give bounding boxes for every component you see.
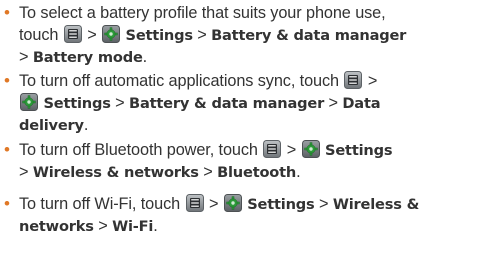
separator: > bbox=[208, 195, 219, 213]
instruction-text: To turn off Bluetooth power, touch bbox=[19, 141, 258, 159]
separator: > bbox=[367, 72, 378, 90]
settings-gear-icon bbox=[302, 140, 320, 158]
instruction-text: To turn off automatic applications sync,… bbox=[19, 72, 339, 90]
settings-gear-icon bbox=[102, 25, 120, 43]
separator: > bbox=[87, 26, 97, 44]
wireless-networks-label: Wireless & bbox=[332, 196, 420, 213]
settings-label: Settings bbox=[247, 196, 315, 213]
settings-gear-icon bbox=[224, 194, 242, 212]
separator: > bbox=[328, 94, 339, 112]
period: . bbox=[153, 217, 158, 235]
data-delivery-label: delivery bbox=[19, 117, 84, 134]
data-delivery-label: Data bbox=[342, 95, 381, 112]
bluetooth-label: Bluetooth bbox=[217, 164, 297, 181]
settings-label: Settings bbox=[125, 27, 193, 44]
period: . bbox=[142, 48, 148, 66]
separator: > bbox=[98, 217, 108, 235]
separator: > bbox=[19, 163, 29, 181]
settings-gear-icon bbox=[20, 93, 38, 111]
bullet-marker: • bbox=[4, 71, 10, 90]
menu-key-icon bbox=[263, 140, 281, 158]
settings-label: Settings bbox=[325, 142, 393, 159]
battery-data-manager-label: Battery & data manager bbox=[129, 95, 325, 112]
separator: > bbox=[286, 141, 297, 159]
wireless-networks-label: Wireless & networks bbox=[32, 164, 199, 181]
separator: > bbox=[197, 26, 207, 44]
separator: > bbox=[203, 163, 213, 181]
bullet-marker: • bbox=[4, 3, 10, 22]
bullet-marker: • bbox=[4, 140, 10, 159]
period: . bbox=[296, 163, 301, 181]
separator: > bbox=[19, 48, 29, 66]
period: . bbox=[83, 116, 89, 134]
separator: > bbox=[318, 195, 329, 213]
menu-key-icon bbox=[344, 71, 362, 89]
instruction-text: To select a battery profile that suits y… bbox=[19, 4, 386, 22]
bullet-marker: • bbox=[4, 194, 10, 213]
separator: > bbox=[115, 94, 125, 112]
instruction-text: touch bbox=[19, 26, 59, 44]
instruction-text: To turn off Wi-Fi, touch bbox=[19, 195, 181, 213]
settings-label: Settings bbox=[43, 95, 111, 112]
battery-mode-label: Battery mode bbox=[32, 49, 143, 66]
menu-key-icon bbox=[186, 194, 204, 212]
battery-data-manager-label: Battery & data manager bbox=[211, 27, 407, 44]
wireless-networks-label: networks bbox=[19, 218, 94, 235]
wifi-label: Wi-Fi bbox=[112, 218, 154, 235]
menu-key-icon bbox=[64, 25, 82, 43]
